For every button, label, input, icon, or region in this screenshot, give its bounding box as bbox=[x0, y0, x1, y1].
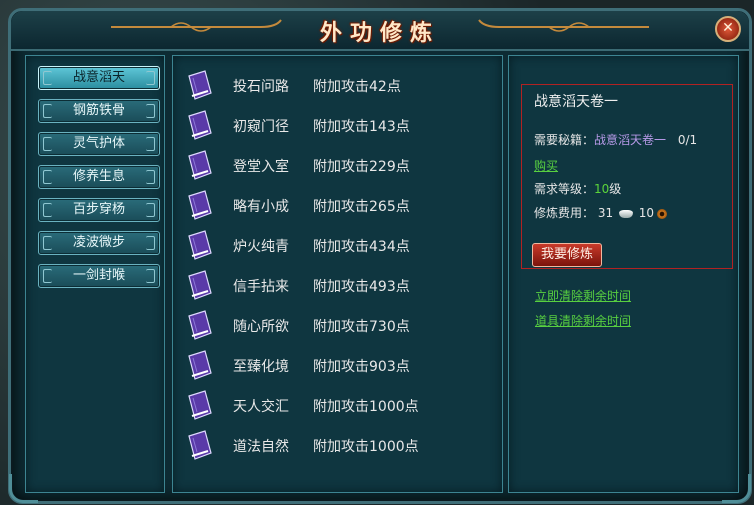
skill-row[interactable]: 道法自然 附加攻击1000点 bbox=[183, 428, 493, 464]
frame-corner-ornament bbox=[9, 474, 38, 503]
skill-bonus: 附加攻击493点 bbox=[313, 279, 410, 295]
title-bar[interactable]: 外功修炼 ✕ bbox=[11, 11, 749, 51]
skill-name: 登堂入室 bbox=[233, 159, 289, 175]
level-label: 需求等级： bbox=[534, 182, 595, 196]
skill-row[interactable]: 天人交汇 附加攻击1000点 bbox=[183, 388, 493, 424]
required-book-line: 需要秘籍：战意滔天卷一 0/1 bbox=[534, 131, 697, 148]
skill-training-window: 外功修炼 ✕ 战意滔天 钢筋铁骨 灵气护体 修养生息 百步穿杨 凌波微步 一剑封… bbox=[8, 8, 752, 504]
skill-bonus: 附加攻击434点 bbox=[313, 239, 410, 255]
required-book-label: 需要秘籍： bbox=[534, 133, 595, 147]
close-icon: ✕ bbox=[722, 20, 734, 36]
tab-xiuyang[interactable]: 修养生息 bbox=[38, 165, 160, 189]
skill-name: 略有小成 bbox=[233, 199, 289, 215]
skill-row[interactable]: 登堂入室 附加攻击229点 bbox=[183, 148, 493, 184]
skill-bonus: 附加攻击229点 bbox=[313, 159, 410, 175]
skill-bonus: 附加攻击42点 bbox=[313, 79, 401, 95]
skill-row[interactable]: 投石问路 附加攻击42点 bbox=[183, 68, 493, 104]
skill-bonus: 附加攻击1000点 bbox=[313, 439, 419, 455]
book-icon bbox=[188, 430, 212, 460]
frame-corner-ornament bbox=[722, 474, 751, 503]
skill-bonus: 附加攻击903点 bbox=[313, 359, 410, 375]
skill-name: 随心所欲 bbox=[233, 319, 289, 335]
cost-copper: 10 bbox=[638, 206, 655, 220]
book-icon bbox=[188, 110, 212, 140]
skill-row[interactable]: 略有小成 附加攻击265点 bbox=[183, 188, 493, 224]
skill-name: 炉火纯青 bbox=[233, 239, 289, 255]
level-unit: 级 bbox=[609, 182, 622, 196]
book-icon bbox=[188, 390, 212, 420]
copper-coin-icon bbox=[657, 208, 668, 219]
buy-link[interactable]: 购买 bbox=[534, 157, 558, 174]
silver-ingot-icon bbox=[618, 209, 633, 218]
skill-bonus: 附加攻击265点 bbox=[313, 199, 410, 215]
title-ornament-right bbox=[478, 19, 649, 32]
book-icon bbox=[188, 310, 212, 340]
book-icon bbox=[188, 190, 212, 220]
skill-row[interactable]: 随心所欲 附加攻击730点 bbox=[183, 308, 493, 344]
skill-name: 道法自然 bbox=[233, 439, 289, 455]
tab-baibu[interactable]: 百步穿杨 bbox=[38, 198, 160, 222]
level-value: 10 bbox=[594, 182, 610, 196]
clear-time-now-link[interactable]: 立即清除剩余时间 bbox=[535, 287, 631, 304]
tab-lingqi[interactable]: 灵气护体 bbox=[38, 132, 160, 156]
cost-line: 修炼费用： 31 10 bbox=[534, 204, 668, 221]
skill-row[interactable]: 初窥门径 附加攻击143点 bbox=[183, 108, 493, 144]
skill-bonus: 附加攻击730点 bbox=[313, 319, 410, 335]
skill-name: 初窥门径 bbox=[233, 119, 289, 135]
skill-list: 投石问路 附加攻击42点 初窥门径 附加攻击143点 登堂入室 附加攻击229点… bbox=[172, 55, 503, 493]
book-icon bbox=[188, 230, 212, 260]
tab-zhanyi[interactable]: 战意滔天 bbox=[38, 66, 160, 90]
skill-name: 至臻化境 bbox=[233, 359, 289, 375]
tab-gangjin[interactable]: 钢筋铁骨 bbox=[38, 99, 160, 123]
skill-name: 天人交汇 bbox=[233, 399, 289, 415]
skill-row[interactable]: 至臻化境 附加攻击903点 bbox=[183, 348, 493, 384]
skill-bonus: 附加攻击143点 bbox=[313, 119, 410, 135]
tab-yijian[interactable]: 一剑封喉 bbox=[38, 264, 160, 288]
skill-bonus: 附加攻击1000点 bbox=[313, 399, 419, 415]
cost-label: 修炼费用： bbox=[534, 206, 595, 220]
detail-title: 战意滔天卷一 bbox=[534, 94, 618, 110]
category-panel: 战意滔天 钢筋铁骨 灵气护体 修养生息 百步穿杨 凌波微步 一剑封喉 bbox=[25, 55, 165, 493]
skill-row[interactable]: 信手拈来 附加攻击493点 bbox=[183, 268, 493, 304]
skill-name: 投石问路 bbox=[233, 79, 289, 95]
clear-time-item-link[interactable]: 道具清除剩余时间 bbox=[535, 312, 631, 329]
cost-silver: 31 bbox=[597, 206, 614, 220]
required-book-count: 0/1 bbox=[677, 133, 698, 147]
level-line: 需求等级：10级 bbox=[534, 180, 621, 197]
detail-panel: 战意滔天卷一 需要秘籍：战意滔天卷一 0/1 购买 需求等级：10级 修炼费用：… bbox=[508, 55, 739, 493]
required-book-name[interactable]: 战意滔天卷一 bbox=[594, 133, 666, 147]
train-button[interactable]: 我要修炼 bbox=[532, 243, 602, 267]
book-icon bbox=[188, 270, 212, 300]
skill-name: 信手拈来 bbox=[233, 279, 289, 295]
skill-row[interactable]: 炉火纯青 附加攻击434点 bbox=[183, 228, 493, 264]
book-icon bbox=[188, 70, 212, 100]
book-icon bbox=[188, 350, 212, 380]
tab-lingbo[interactable]: 凌波微步 bbox=[38, 231, 160, 255]
book-icon bbox=[188, 150, 212, 180]
close-button[interactable]: ✕ bbox=[715, 16, 741, 42]
skill-detail-box: 战意滔天卷一 需要秘籍：战意滔天卷一 0/1 购买 需求等级：10级 修炼费用：… bbox=[521, 84, 733, 269]
